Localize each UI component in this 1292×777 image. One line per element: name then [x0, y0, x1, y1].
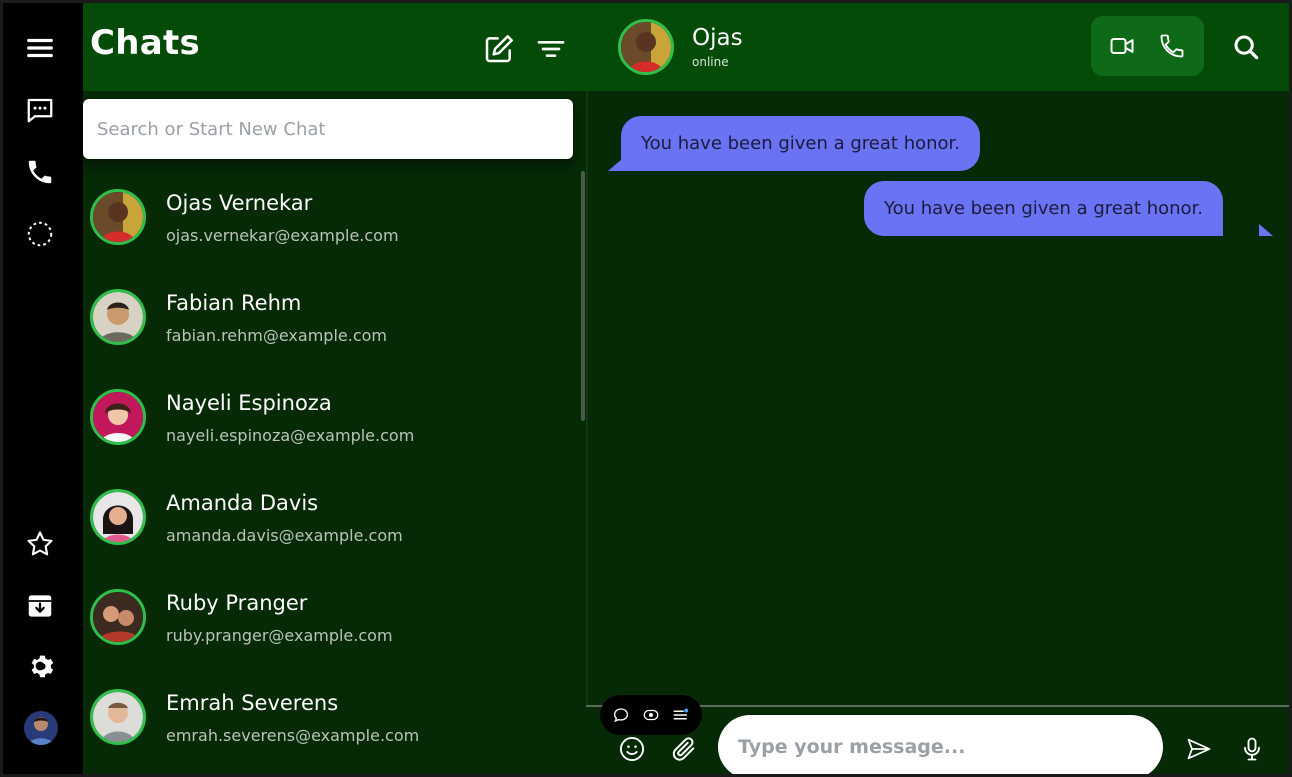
contact-email: nayeli.espinoza@example.com — [166, 426, 415, 445]
chat-list-header: Chats — [83, 3, 586, 91]
settings-icon[interactable] — [23, 649, 57, 683]
chat-contact-status: online — [692, 55, 729, 69]
phone-icon[interactable] — [23, 155, 57, 189]
search-input[interactable] — [83, 99, 573, 159]
filter-icon[interactable] — [533, 31, 569, 67]
list-item[interactable]: Amanda Davis amanda.davis@example.com — [83, 471, 578, 571]
avatar — [90, 489, 146, 545]
status-icon[interactable] — [23, 217, 57, 251]
chat-contact-avatar[interactable] — [618, 19, 674, 75]
avatar — [90, 189, 146, 245]
menu-icon[interactable] — [23, 31, 57, 65]
avatar — [90, 689, 146, 745]
contact-name: Emrah Severens — [166, 691, 339, 715]
video-call-icon[interactable] — [1105, 29, 1139, 63]
contact-name: Nayeli Espinoza — [166, 391, 332, 415]
contact-name: Fabian Rehm — [166, 291, 302, 315]
message-area: You have been given a great honor. You h… — [588, 91, 1289, 708]
list-item[interactable]: Ojas Vernekar ojas.vernekar@example.com — [83, 171, 578, 271]
contact-list: Ojas Vernekar ojas.vernekar@example.com … — [83, 171, 583, 774]
chat-icon[interactable] — [23, 93, 57, 127]
chat-mode-switcher — [600, 695, 702, 735]
nav-rail — [3, 3, 83, 774]
mic-icon[interactable] — [1236, 733, 1268, 765]
avatar — [90, 389, 146, 445]
chat-list-panel: Chats Ojas Vernekar ojas.vernekar@exampl… — [83, 3, 586, 774]
message-input[interactable] — [718, 715, 1163, 774]
contact-email: ruby.pranger@example.com — [166, 626, 393, 645]
attach-icon[interactable] — [668, 733, 700, 765]
contact-name: Ruby Pranger — [166, 591, 308, 615]
chat-header: Ojas online — [586, 3, 1289, 91]
app-window: Chats Ojas Vernekar ojas.vernekar@exampl… — [3, 3, 1289, 774]
user-avatar[interactable] — [24, 711, 58, 745]
chat-contact-name: Ojas — [692, 25, 743, 51]
compose-icon[interactable] — [481, 31, 517, 67]
chat-bubble-icon[interactable] — [611, 705, 631, 725]
contact-email: amanda.davis@example.com — [166, 526, 403, 545]
star-icon[interactable] — [23, 527, 57, 561]
contact-email: ojas.vernekar@example.com — [166, 226, 399, 245]
list-view-icon[interactable] — [671, 705, 691, 725]
contact-list-scrollbar[interactable] — [581, 171, 585, 421]
list-item[interactable]: Fabian Rehm fabian.rehm@example.com — [83, 271, 578, 371]
send-icon[interactable] — [1183, 733, 1215, 765]
contact-name: Ojas Vernekar — [166, 191, 313, 215]
list-item[interactable]: Nayeli Espinoza nayeli.espinoza@example.… — [83, 371, 578, 471]
archive-icon[interactable] — [23, 589, 57, 623]
list-item[interactable]: Emrah Severens emrah.severens@example.co… — [83, 671, 578, 771]
contact-email: fabian.rehm@example.com — [166, 326, 387, 345]
search-box — [83, 99, 573, 159]
outgoing-message: You have been given a great honor. — [864, 181, 1223, 236]
message-tail — [1259, 224, 1273, 236]
call-buttons — [1091, 16, 1204, 76]
view-toggle-icon[interactable] — [641, 705, 661, 725]
composer — [586, 695, 1289, 774]
avatar — [90, 289, 146, 345]
list-item[interactable]: Ruby Pranger ruby.pranger@example.com — [83, 571, 578, 671]
incoming-message: You have been given a great honor. — [621, 116, 980, 171]
message-tail — [608, 159, 622, 171]
search-icon[interactable] — [1228, 29, 1264, 65]
avatar — [90, 589, 146, 645]
voice-call-icon[interactable] — [1155, 29, 1189, 63]
chats-title: Chats — [90, 23, 201, 63]
emoji-icon[interactable] — [616, 733, 648, 765]
contact-email: emrah.severens@example.com — [166, 726, 420, 745]
contact-name: Amanda Davis — [166, 491, 319, 515]
